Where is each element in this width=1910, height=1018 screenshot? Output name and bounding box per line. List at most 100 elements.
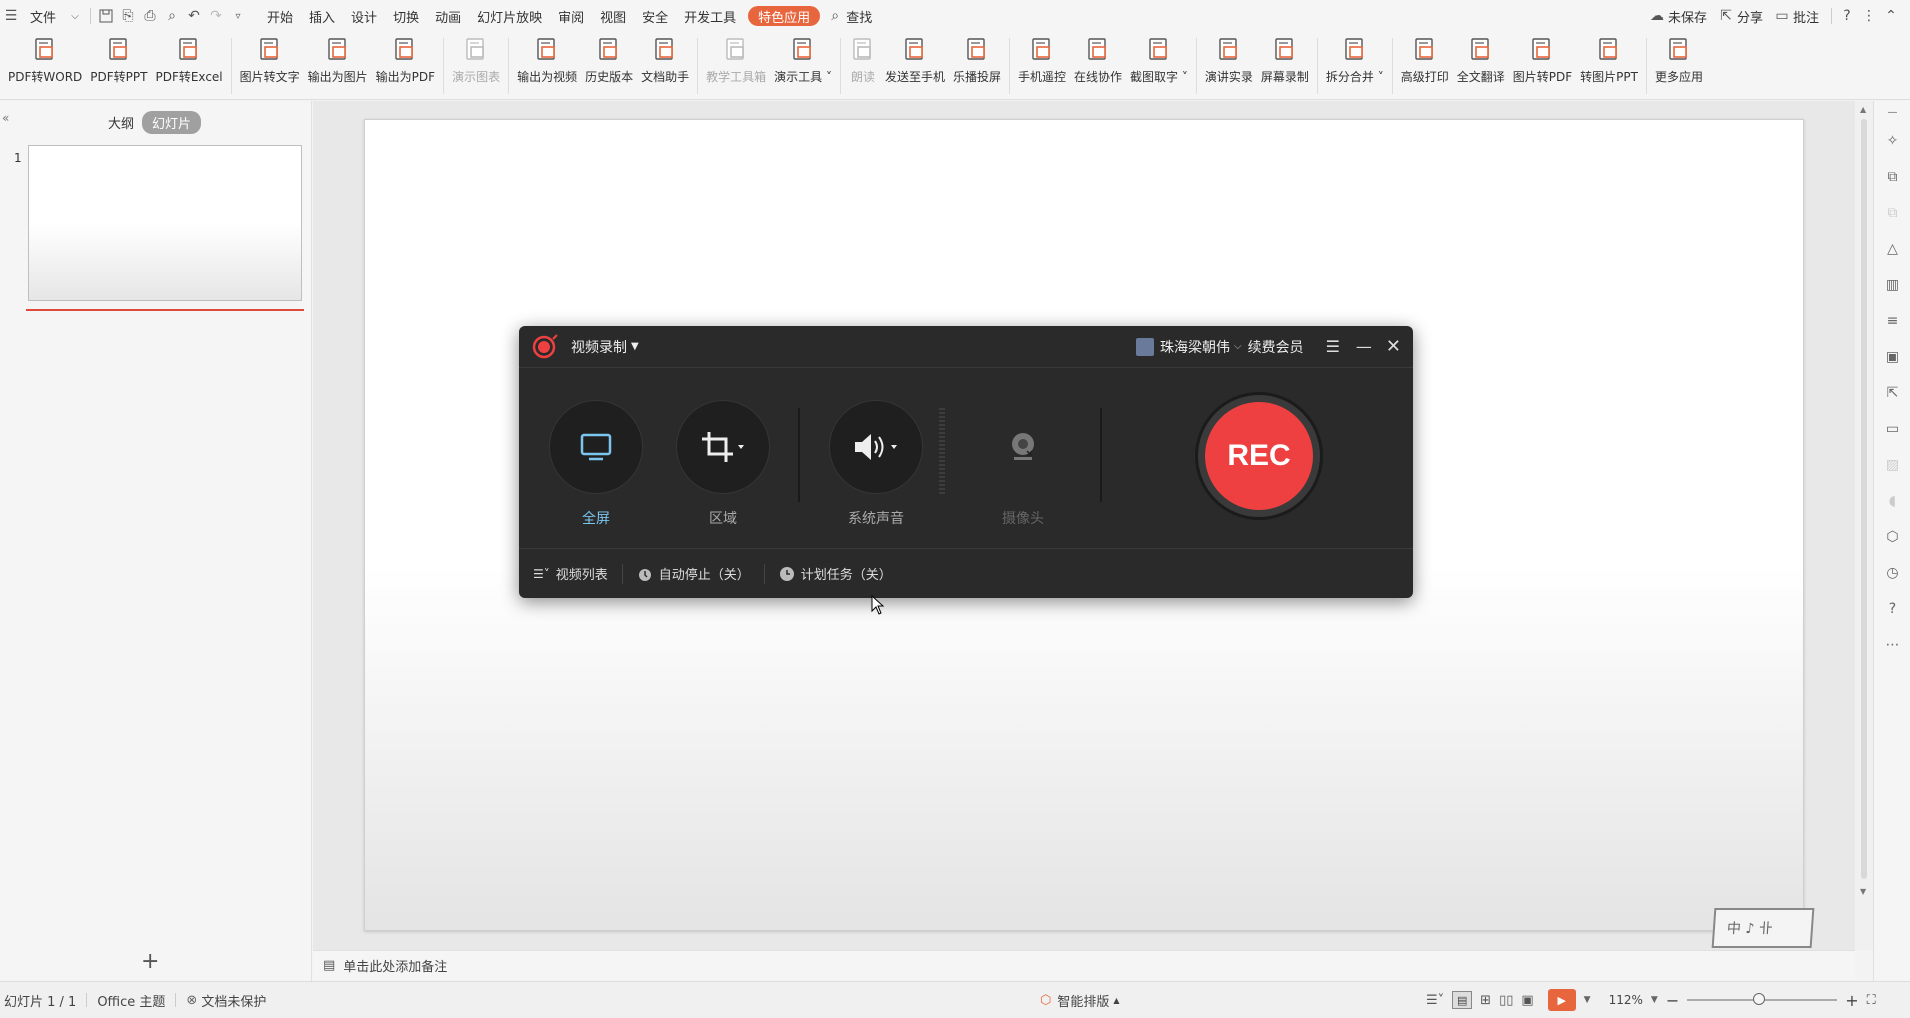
tab-security[interactable]: 安全 (634, 4, 676, 28)
fit-window-icon[interactable]: ⛶ (1867, 993, 1876, 1008)
adjust-icon[interactable]: ≡ (1874, 303, 1910, 339)
webcam-button[interactable] (976, 400, 1070, 494)
ribbon-button-ocr[interactable]: 截图取字 ˅ (1126, 32, 1192, 85)
tab-outline[interactable]: 大纲 (100, 111, 142, 134)
tab-insert[interactable]: 插入 (301, 4, 343, 28)
unsaved-status[interactable]: 未保存 (1668, 4, 1715, 28)
ribbon-button-read-aloud[interactable]: 朗读 (845, 32, 881, 85)
ribbon-button-pdf-excel[interactable]: PDF转Excel (151, 32, 226, 85)
shape-icon[interactable]: △ (1874, 231, 1910, 267)
share-button[interactable]: 分享 (1737, 4, 1771, 28)
vertical-scrollbar[interactable]: ▲ ▼ (1855, 101, 1873, 950)
help-icon[interactable]: ? (1874, 591, 1910, 627)
archive-icon[interactable]: ▭ (1874, 411, 1910, 447)
save-icon[interactable] (95, 4, 117, 28)
ribbon-button-remote[interactable]: 手机遥控 (1014, 32, 1070, 85)
ribbon-button-split-merge[interactable]: 拆分合并 ˅ (1322, 32, 1388, 85)
undo-icon[interactable]: ↶ (183, 4, 205, 28)
ribbon-button-present-tools[interactable]: 演示工具 ˅ (770, 32, 836, 85)
pin-icon[interactable]: ✧ (1874, 123, 1910, 159)
ribbon-button-send-phone[interactable]: 发送至手机 (881, 32, 949, 85)
user-name[interactable]: 珠海梁朝伟 (1160, 337, 1230, 357)
notes-view-icon[interactable]: ☰˅ (1426, 993, 1444, 1008)
tab-design[interactable]: 设计 (343, 4, 385, 28)
ribbon-button-more-apps[interactable]: 更多应用 (1651, 32, 1707, 85)
reading-view-icon[interactable]: ▯▯ (1499, 993, 1513, 1008)
chevron-down-icon[interactable]: ⌵ (1234, 341, 1242, 352)
ribbon-button-image-to-text[interactable]: 图片转文字 (236, 32, 304, 85)
ribbon-button-export-pdf[interactable]: 输出为PDF (372, 32, 439, 85)
ribbon-button-translate[interactable]: 全文翻译 (1453, 32, 1509, 85)
presenter-view-icon[interactable]: ▣ (1521, 993, 1533, 1008)
image-icon[interactable]: ▨ (1874, 447, 1910, 483)
auto-stop-button[interactable]: 自动停止（关） (623, 562, 764, 586)
ribbon-button-pdf-word[interactable]: PDF转WORD (4, 32, 86, 85)
shield-icon[interactable]: ⬡ (1874, 519, 1910, 555)
tab-animation[interactable]: 动画 (427, 4, 469, 28)
chevron-down-icon[interactable]: ▼ (1651, 995, 1658, 1005)
scroll-down-icon[interactable]: ▼ (1860, 887, 1866, 896)
rec-button-ring[interactable]: REC (1195, 392, 1323, 520)
recorder-mode-dropdown[interactable]: 视频录制 (571, 337, 627, 357)
tab-view[interactable]: 视图 (592, 4, 634, 28)
ribbon-button-pdf-ppt[interactable]: PDF转PPT (86, 32, 151, 85)
print-preview-icon[interactable]: ⌕ (161, 4, 183, 28)
system-audio-control[interactable]: 系统声音 (826, 368, 926, 528)
chart-icon[interactable]: ▥ (1874, 267, 1910, 303)
ribbon-button-teaching-tools[interactable]: 教学工具箱 (702, 32, 770, 85)
zoom-level[interactable]: 112% (1609, 993, 1643, 1007)
zoom-slider[interactable] (1687, 993, 1838, 1005)
ribbon-button-history[interactable]: 历史版本 (581, 32, 637, 85)
minimize-icon[interactable]: — (1356, 337, 1372, 356)
schedule-button[interactable]: 计划任务（关） (765, 562, 906, 586)
notes-placeholder[interactable]: 单击此处添加备注 (343, 956, 447, 975)
ribbon-button-image-ppt[interactable]: 转图片PPT (1576, 32, 1642, 85)
add-slide-icon[interactable]: + (141, 951, 159, 973)
caret-down-icon[interactable]: ▼ (631, 341, 639, 352)
scroll-thumb[interactable] (1861, 119, 1867, 879)
search-icon[interactable]: ⌕ (824, 4, 846, 28)
vip-button[interactable]: 续费会员 (1248, 337, 1304, 357)
tab-developer[interactable]: 开发工具 (676, 4, 744, 28)
tab-slideshow[interactable]: 幻灯片放映 (469, 4, 550, 28)
fullscreen-button[interactable] (549, 400, 643, 494)
zoom-in-icon[interactable]: + (1845, 991, 1858, 1010)
tab-transition[interactable]: 切换 (385, 4, 427, 28)
ribbon-button-lecture-record[interactable]: 演讲实录 (1201, 32, 1257, 85)
fullscreen-control[interactable]: 全屏 (546, 368, 646, 528)
close-icon[interactable]: ✕ (1386, 336, 1401, 357)
sorter-view-icon[interactable]: ⊞ (1480, 993, 1491, 1008)
system-audio-button[interactable] (829, 400, 923, 494)
tab-review[interactable]: 审阅 (550, 4, 592, 28)
chevron-down-icon[interactable]: ⌵ (64, 4, 86, 28)
play-button[interactable]: ▶ (1547, 989, 1576, 1011)
tab-start[interactable]: 开始 (259, 4, 301, 28)
redo-icon[interactable]: ↷ (205, 4, 227, 28)
ribbon-button-doc-assistant[interactable]: 文档助手 (637, 32, 693, 85)
avatar[interactable] (1135, 337, 1154, 356)
protect-status[interactable]: 文档未保护 (201, 991, 266, 1010)
layers-icon[interactable]: ⧉ (1874, 159, 1910, 195)
ribbon-button-export-video[interactable]: 输出为视频 (513, 32, 581, 85)
comment-button[interactable]: 批注 (1793, 4, 1827, 28)
zoom-slider-thumb[interactable] (1753, 993, 1766, 1005)
gallery-icon[interactable]: ▣ (1874, 339, 1910, 375)
nav-icon[interactable]: — (1874, 101, 1910, 123)
collapse-ribbon-icon[interactable]: ⌃ (1880, 4, 1902, 28)
region-button[interactable] (676, 400, 770, 494)
hamburger-icon[interactable]: ☰ (0, 4, 22, 28)
export-icon[interactable]: ⇱ (1874, 375, 1910, 411)
ribbon-button-print[interactable]: 高级打印 (1397, 32, 1453, 85)
collapse-panel-icon[interactable]: « (2, 111, 9, 125)
more-icon[interactable]: ⋮ (1858, 4, 1880, 28)
normal-view-icon[interactable]: ▤ (1452, 991, 1473, 1009)
region-control[interactable]: 区域 (673, 368, 773, 528)
file-menu[interactable]: 文件 (22, 4, 64, 28)
audio-icon[interactable]: ◖ (1874, 483, 1910, 519)
ribbon-button-screen-record[interactable]: 屏幕录制 (1257, 32, 1313, 85)
webcam-control[interactable]: 摄像头 (973, 368, 1073, 528)
tab-special-apps[interactable]: 特色应用 (748, 6, 821, 26)
tab-slides[interactable]: 幻灯片 (142, 111, 202, 134)
scroll-up-icon[interactable]: ▲ (1860, 105, 1866, 114)
ribbon-button-export-image[interactable]: 输出为图片 (304, 32, 372, 85)
